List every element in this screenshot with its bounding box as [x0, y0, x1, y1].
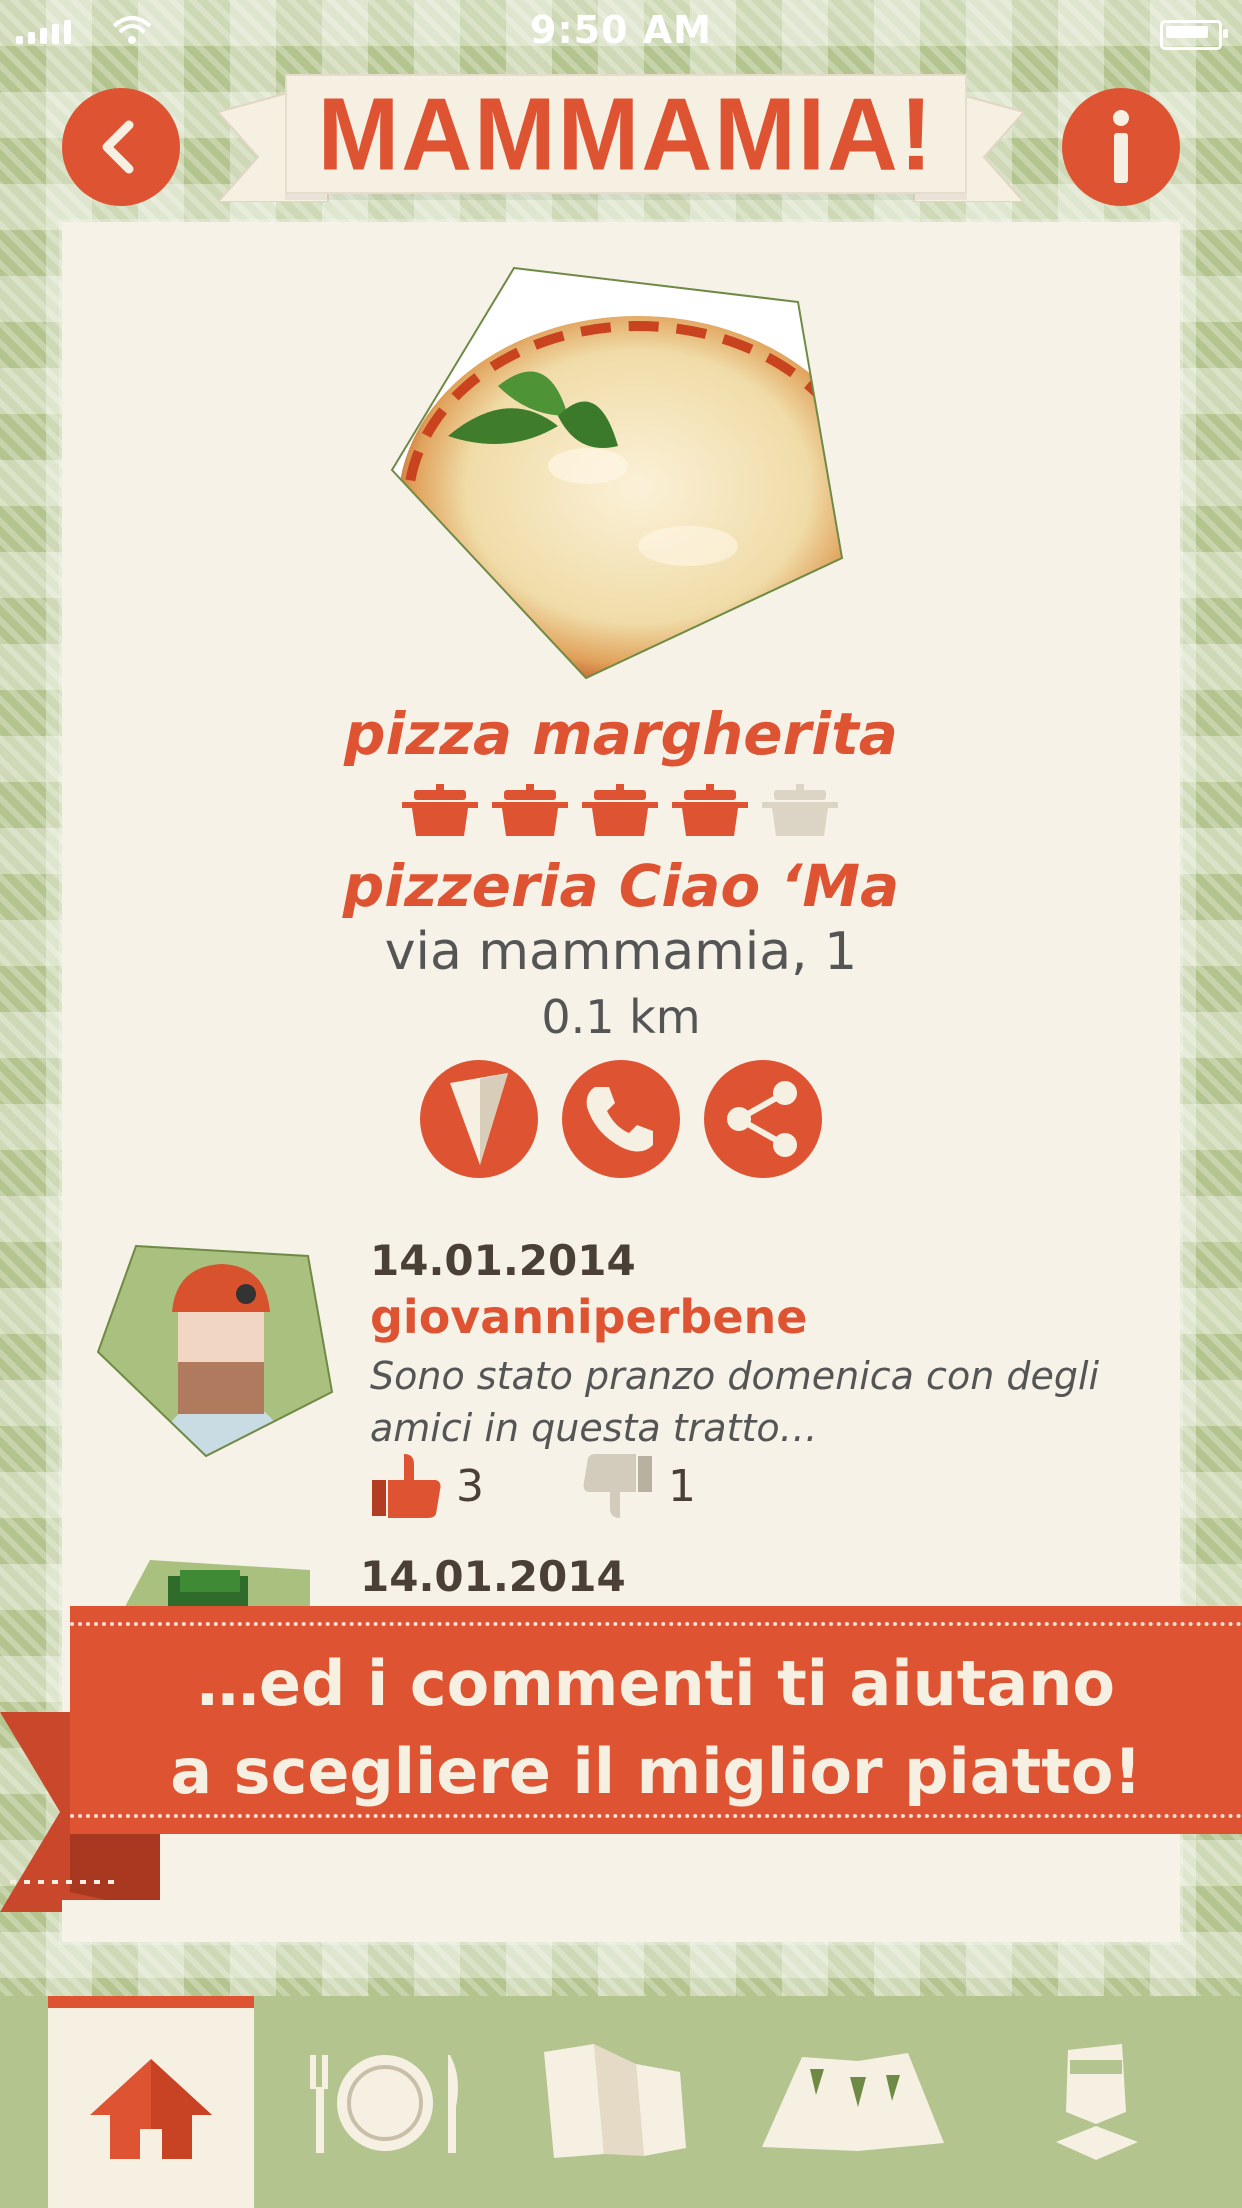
- likes-count: 3: [456, 1460, 484, 1512]
- promo-line-1: …ed i commenti ti aiutano: [197, 1647, 1115, 1720]
- share-icon: [727, 1081, 797, 1157]
- map-icon: [544, 2044, 686, 2158]
- promo-banner: …ed i commenti ti aiutano a scegliere il…: [70, 1606, 1242, 1834]
- thumbs-up-icon[interactable]: [370, 1450, 442, 1522]
- card-zigzag-edge: [62, 1900, 1180, 1940]
- review-votes: 3 1: [370, 1450, 696, 1522]
- pot-icon-empty: [762, 784, 838, 836]
- tab-home[interactable]: [48, 1996, 254, 2208]
- review-date-2: 14.01.2014: [360, 1552, 626, 1601]
- directions-button[interactable]: [420, 1060, 538, 1178]
- status-time: 9:50 AM: [530, 8, 712, 52]
- app-title-banner: MAMMAMIA!: [285, 74, 967, 194]
- review-text-line: Sono stato pranzo domenica con degli: [370, 1354, 1100, 1398]
- user-icon: [1056, 2044, 1138, 2160]
- share-button[interactable]: [704, 1060, 822, 1178]
- phone-icon: [586, 1087, 653, 1152]
- info-button[interactable]: [1062, 88, 1180, 206]
- tab-bar: [0, 1996, 1242, 2208]
- promo-text: …ed i commenti ti aiutano a scegliere il…: [70, 1640, 1242, 1816]
- review-username[interactable]: giovanniperbene: [370, 1290, 807, 1344]
- compass-icon: [450, 1073, 508, 1165]
- pot-icon-filled: [582, 784, 658, 836]
- review-text[interactable]: Sono stato pranzo domenica con degli ami…: [370, 1350, 1110, 1454]
- restaurant-distance: 0.1 km: [541, 990, 701, 1044]
- restaurant-address: via mammamia, 1: [384, 922, 858, 982]
- tab-dishes[interactable]: [290, 1996, 480, 2208]
- places-icon: [762, 2053, 944, 2151]
- app-title: MAMMAMIA!: [317, 75, 935, 192]
- dislikes-count: 1: [668, 1460, 696, 1512]
- battery-icon: [1160, 20, 1228, 50]
- pot-icon-filled: [402, 784, 478, 836]
- home-icon: [90, 2059, 212, 2159]
- action-buttons: [420, 1060, 822, 1178]
- dish-image: [390, 266, 844, 680]
- tab-profile[interactable]: [1012, 1996, 1182, 2208]
- pot-icon-filled: [492, 784, 568, 836]
- thumbs-down-icon[interactable]: [582, 1450, 654, 1522]
- pot-icon-filled: [672, 784, 748, 836]
- call-button[interactable]: [562, 1060, 680, 1178]
- tab-map[interactable]: [530, 1996, 700, 2208]
- dish-name: pizza margherita: [344, 700, 898, 768]
- plate-cutlery-icon: [310, 2055, 458, 2153]
- rating-pots: [400, 782, 840, 840]
- review-date: 14.01.2014: [370, 1236, 636, 1285]
- status-bar: 9:50 AM: [0, 0, 1242, 60]
- reviewer-avatar[interactable]: [96, 1242, 336, 1460]
- back-button[interactable]: [62, 88, 180, 206]
- info-icon: [1113, 110, 1129, 183]
- promo-line-2: a scegliere il miglior piatto!: [170, 1735, 1142, 1808]
- chevron-left-icon: [102, 120, 134, 174]
- tab-places[interactable]: [748, 1996, 958, 2208]
- restaurant-name[interactable]: pizzeria Ciao ‘Ma: [0, 852, 1242, 920]
- review-text-line: amici in questa tratto…: [370, 1406, 818, 1450]
